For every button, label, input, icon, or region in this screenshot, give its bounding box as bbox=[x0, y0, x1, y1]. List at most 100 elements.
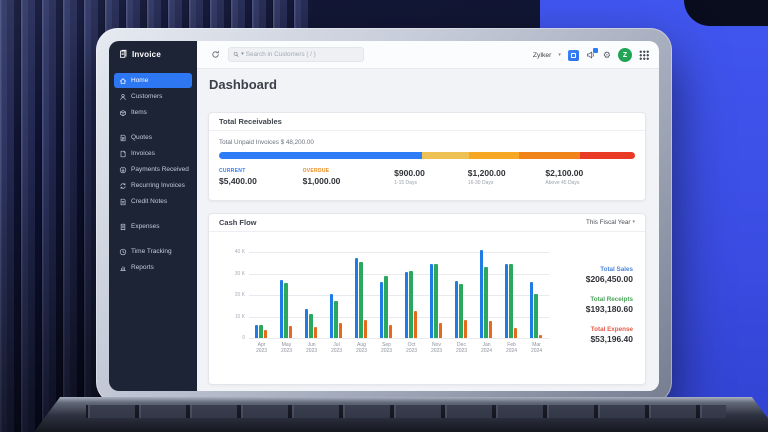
bar-expenses bbox=[413, 311, 418, 338]
x-axis-label: Apr 2023 bbox=[255, 342, 268, 355]
search-box[interactable]: ▾ bbox=[228, 47, 364, 62]
receivable-stat: $1,200.00 16-30 Days bbox=[468, 168, 546, 186]
org-logo[interactable] bbox=[567, 49, 579, 61]
bar-sales bbox=[504, 263, 509, 338]
bar-expenses bbox=[513, 328, 518, 338]
stat-label: CURRENT bbox=[219, 168, 246, 174]
bar-receipts bbox=[259, 325, 263, 338]
sidebar-item-quotes[interactable]: Quotes bbox=[114, 130, 192, 145]
stat-sub-label: 1-15 Days bbox=[394, 180, 417, 186]
bar-expenses bbox=[288, 326, 293, 338]
stat-sub-label: Above 45 Days bbox=[545, 180, 580, 186]
x-axis-label: Aug 2023 bbox=[355, 342, 368, 355]
credit-icon bbox=[120, 198, 126, 205]
org-name[interactable]: Zylker bbox=[533, 52, 552, 59]
main-content: Dashboard Total Receivables Total Unpaid… bbox=[197, 69, 659, 391]
gridline bbox=[249, 338, 549, 339]
laptop: Invoice Home Customers Items Quotes Invoices… bbox=[96, 28, 672, 404]
unpaid-invoices-line: Total Unpaid Invoices $ 48,200.00 bbox=[209, 131, 645, 146]
reports-icon bbox=[120, 265, 126, 271]
sidebar-item-payments[interactable]: Payments Received bbox=[114, 162, 192, 177]
invoices-icon bbox=[120, 150, 126, 157]
laptop-keyboard bbox=[34, 397, 768, 432]
sidebar-item-label: Customers bbox=[131, 93, 163, 100]
sidebar-item-customers[interactable]: Customers bbox=[114, 89, 192, 104]
topbar-right-cluster: Zylker ▾ ⚙ Z bbox=[533, 41, 649, 69]
sidebar-item-label: Credit Notes bbox=[131, 198, 168, 205]
bar-receipts bbox=[284, 283, 288, 338]
total-label: Total Receipts bbox=[590, 296, 633, 303]
refresh-icon[interactable] bbox=[211, 50, 220, 59]
items-icon bbox=[120, 109, 126, 116]
cashflow-title: Cash Flow bbox=[219, 218, 257, 227]
bar-expenses bbox=[488, 320, 493, 338]
bar-expenses bbox=[388, 325, 393, 338]
cashflow-totals: Total Sales $206,450.00 Total Receipts $1… bbox=[533, 266, 633, 356]
announcements-icon[interactable] bbox=[586, 48, 598, 60]
x-axis-label: Nov 2023 bbox=[430, 342, 443, 355]
bar-expenses bbox=[463, 319, 468, 338]
sidebar: Invoice Home Customers Items Quotes Invoices… bbox=[109, 41, 197, 391]
sidebar-item-reports[interactable]: Reports bbox=[114, 260, 192, 275]
backdrop-corner-shade bbox=[684, 0, 768, 26]
sidebar-item-label: Invoices bbox=[131, 150, 155, 157]
sidebar-item-credit[interactable]: Credit Notes bbox=[114, 194, 192, 209]
bar-receipts bbox=[484, 267, 488, 338]
time-icon bbox=[119, 248, 127, 255]
total-value: $206,450.00 bbox=[585, 274, 633, 284]
bar-receipts bbox=[309, 314, 313, 338]
bar-sales bbox=[279, 279, 284, 338]
invoice-logo-icon bbox=[120, 49, 127, 58]
app-title: Invoice bbox=[132, 49, 161, 59]
payments-icon bbox=[119, 166, 127, 173]
sidebar-item-expenses[interactable]: Expenses bbox=[114, 219, 192, 234]
receivables-title: Total Receivables bbox=[219, 117, 282, 126]
bar-expenses bbox=[263, 330, 268, 338]
sidebar-nav: Home Customers Items Quotes Invoices Payments… bbox=[109, 73, 197, 275]
stat-sub-label: 16-30 Days bbox=[467, 180, 494, 186]
bar-receipts bbox=[509, 263, 513, 338]
fiscal-year-filter[interactable]: This Fiscal Year ▾ bbox=[586, 219, 635, 226]
sidebar-item-items[interactable]: Items bbox=[114, 105, 192, 120]
sidebar-item-home[interactable]: Home bbox=[114, 73, 192, 88]
receivable-stat: CURRENT $5,400.00 bbox=[219, 168, 303, 186]
keyboard-keys bbox=[86, 405, 726, 418]
sidebar-item-recurring[interactable]: Recurring Invoices bbox=[114, 178, 192, 193]
y-axis-tick: 0 bbox=[242, 335, 245, 341]
x-axis-label: May 2023 bbox=[280, 342, 293, 355]
receivables-stats-row: CURRENT $5,400.00 OVERDUE $1,000.00 $900.00 1… bbox=[209, 159, 645, 186]
stat-value: $900.00 bbox=[394, 168, 425, 178]
chart-plot-area: 40 K 30 K 20 K 10 K 0 Apr 2023 May 2023 Jun 2023 Ju… bbox=[235, 249, 549, 354]
cashflow-total: Total Receipts $193,180.60 bbox=[533, 296, 633, 314]
sidebar-item-invoices[interactable]: Invoices bbox=[114, 146, 192, 161]
bar-receipts bbox=[459, 284, 463, 338]
x-axis-label: Sep 2023 bbox=[380, 342, 393, 355]
stat-label: OVERDUE bbox=[302, 168, 330, 174]
fiscal-year-filter-label: This Fiscal Year bbox=[586, 219, 631, 226]
sidebar-item-label: Items bbox=[131, 109, 147, 116]
x-axis-label: Jun 2023 bbox=[305, 342, 318, 355]
aging-bar-segment-1 bbox=[422, 152, 470, 159]
x-axis-label: Oct 2023 bbox=[405, 342, 418, 355]
user-avatar[interactable]: Z bbox=[618, 48, 632, 62]
unpaid-invoices-value: $ 48,200.00 bbox=[280, 139, 314, 146]
bar-receipts bbox=[359, 261, 363, 338]
home-icon bbox=[120, 77, 126, 84]
sidebar-item-label: Expenses bbox=[131, 223, 160, 230]
search-input[interactable] bbox=[245, 51, 359, 58]
unpaid-invoices-label: Total Unpaid Invoices bbox=[219, 139, 279, 146]
org-caret-icon[interactable]: ▾ bbox=[558, 52, 561, 58]
bar-sales bbox=[429, 263, 434, 338]
aging-bar-segment-3 bbox=[518, 152, 580, 159]
y-axis-tick: 20 K bbox=[234, 292, 245, 298]
search-scope-caret-icon[interactable]: ▾ bbox=[241, 52, 244, 57]
sidebar-item-time[interactable]: Time Tracking bbox=[114, 244, 192, 259]
stat-value: $2,100.00 bbox=[545, 168, 584, 178]
bar-expenses bbox=[338, 322, 343, 338]
customers-icon bbox=[120, 93, 126, 100]
cash-flow-card: Cash Flow This Fiscal Year ▾ 40 K 30 K 20 … bbox=[208, 213, 646, 385]
settings-gear-icon[interactable]: ⚙ bbox=[603, 50, 611, 60]
y-axis-tick: 40 K bbox=[234, 249, 245, 255]
apps-grid-icon[interactable] bbox=[639, 50, 649, 60]
bar-sales bbox=[354, 258, 359, 338]
